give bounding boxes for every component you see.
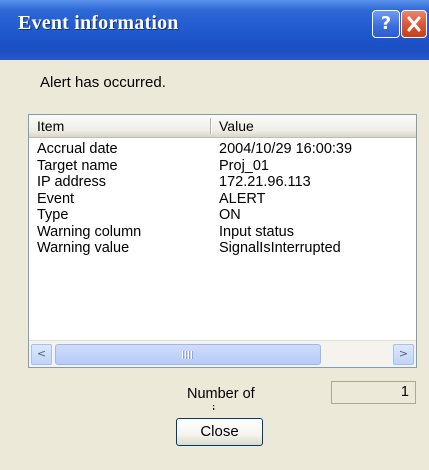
row-value: 2004/10/29 16:00:39 [219, 141, 353, 157]
row-item: Event [37, 190, 75, 207]
scroll-right-button[interactable]: > [393, 344, 414, 365]
count-label-continued: i [212, 404, 215, 410]
row-value: SignalIsInterrupted [219, 240, 341, 256]
list-row[interactable]: Accrual date 2004/10/29 16:00:39 [29, 141, 416, 158]
row-value: Proj_01 [219, 157, 269, 174]
list-row[interactable]: Target name Proj_01 [29, 158, 416, 175]
window-close-button[interactable] [401, 10, 427, 38]
row-item: Type [37, 207, 69, 223]
chevron-left-icon: < [36, 347, 47, 360]
row-value: 172.21.96.113 [219, 174, 311, 190]
grip-icon [182, 351, 194, 359]
list-header: Item Value [29, 115, 416, 138]
row-item: Accrual date [37, 141, 118, 157]
row-item: Warning column [37, 223, 142, 240]
row-item: Target name [37, 157, 118, 174]
row-item: Warning value [37, 240, 130, 256]
row-item: IP address [37, 174, 107, 190]
list-rows: Accrual date 2004/10/29 16:00:39 Target … [29, 141, 416, 257]
list-row[interactable]: Warning value SignalIsInterrupted [29, 240, 416, 257]
scrollbar-thumb[interactable] [55, 344, 321, 365]
window-title: Event information [18, 12, 179, 34]
count-label: Number of [187, 386, 255, 402]
list-row[interactable]: Type ON [29, 207, 416, 224]
row-value: Input status [219, 223, 294, 240]
list-row[interactable]: Warning column Input status [29, 224, 416, 241]
chevron-right-icon: > [398, 347, 409, 360]
help-icon: ? [380, 13, 392, 34]
list-row[interactable]: Event ALERT [29, 191, 416, 208]
event-details-list[interactable]: Item Value Accrual date 2004/10/29 16:00… [28, 114, 417, 368]
row-value: ON [219, 207, 241, 223]
alert-message: Alert has occurred. [40, 74, 166, 91]
count-value-field: 1 [331, 381, 416, 404]
help-button[interactable]: ? [372, 10, 400, 38]
title-bar[interactable]: Event information ? [0, 0, 429, 60]
column-header-value[interactable]: Value [219, 118, 254, 134]
column-header-item[interactable]: Item [37, 118, 64, 134]
row-value: ALERT [219, 190, 266, 207]
event-information-dialog: Event information ? Alert has occurred. … [0, 0, 429, 470]
column-divider[interactable] [210, 118, 212, 134]
close-icon [407, 16, 421, 32]
close-button[interactable]: Close [176, 418, 263, 446]
scroll-left-button[interactable]: < [31, 344, 52, 365]
list-row[interactable]: IP address 172.21.96.113 [29, 174, 416, 191]
horizontal-scrollbar[interactable]: < > [29, 340, 416, 367]
